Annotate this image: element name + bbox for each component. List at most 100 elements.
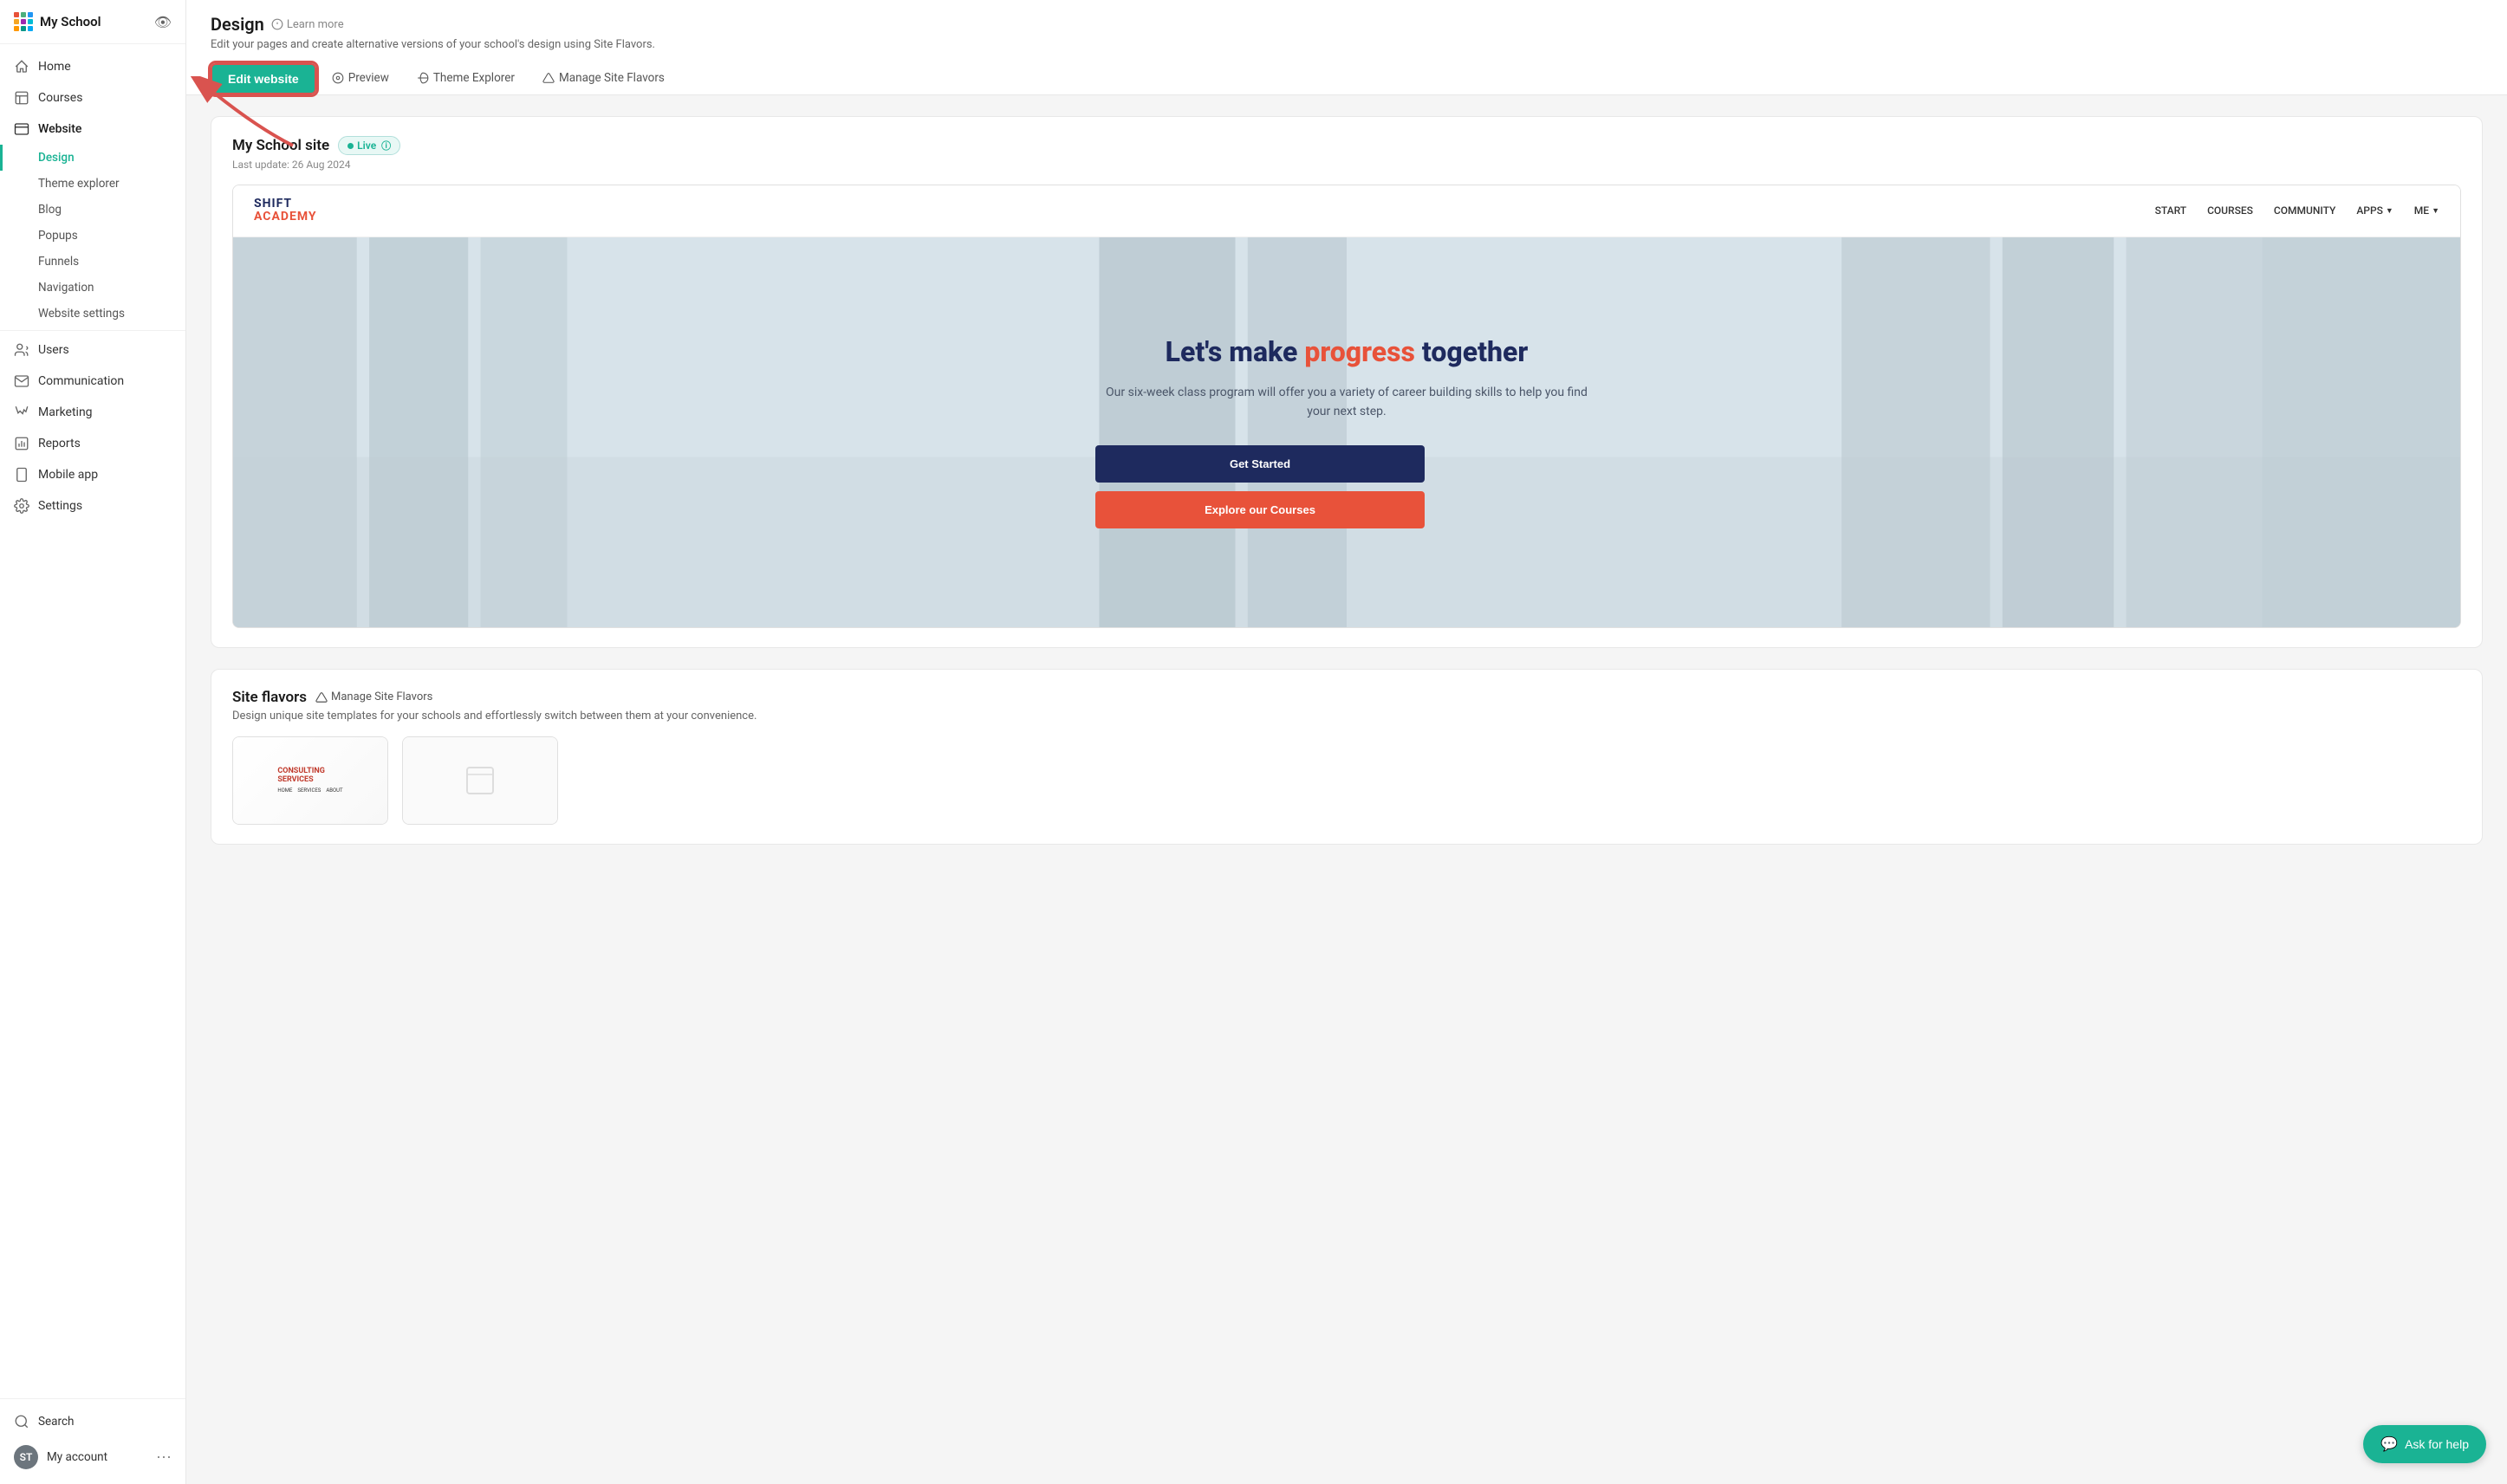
sidebar-header: My School 👁	[0, 0, 185, 44]
learn-more-link[interactable]: Learn more	[271, 18, 344, 31]
search-icon	[14, 1414, 29, 1429]
sidebar-subitem-blog[interactable]: Blog	[0, 197, 185, 223]
preview-icon	[332, 72, 344, 84]
eye-icon[interactable]: 👁	[154, 14, 172, 30]
theme-icon	[417, 72, 429, 84]
sidebar-item-home[interactable]: Home	[0, 51, 185, 82]
page-subtitle: Edit your pages and create alternative v…	[211, 38, 2483, 51]
sidebar-item-reports-label: Reports	[38, 437, 81, 450]
school-name: My School	[40, 14, 101, 29]
sidebar-item-marketing[interactable]: Marketing	[0, 397, 185, 428]
users-icon	[14, 342, 29, 358]
sidebar-item-website[interactable]: Website	[0, 113, 185, 145]
nav-start: START	[2155, 204, 2186, 217]
logo-academy: ACADEMY	[254, 211, 317, 224]
live-info-icon: ⓘ	[381, 139, 391, 152]
main-content: Design Learn more Edit your pages and cr…	[186, 0, 2507, 1484]
home-icon	[14, 59, 29, 75]
sidebar-subitem-popups[interactable]: Popups	[0, 223, 185, 249]
sidebar-divider-1	[0, 330, 185, 331]
website-subnav: Design Theme explorer Blog Popups Funnel…	[0, 145, 185, 327]
apps-chevron: ▼	[2386, 206, 2393, 216]
help-icon: 💬	[2380, 1435, 2398, 1453]
hero-subtext: Our six-week class program will offer yo…	[1095, 383, 1598, 422]
flavor-card-blank[interactable]	[402, 736, 558, 825]
sidebar: My School 👁 Home Courses Website Design …	[0, 0, 186, 1484]
sidebar-item-home-label: Home	[38, 60, 71, 74]
sidebar-subitem-funnels[interactable]: Funnels	[0, 249, 185, 275]
communication-icon	[14, 373, 29, 389]
hero-headline: Let's make progress together	[1095, 335, 1598, 368]
site-flavors-desc: Design unique site templates for your sc…	[232, 710, 2461, 723]
me-chevron: ▼	[2432, 206, 2439, 216]
preview-logo: SHIFT ACADEMY	[254, 198, 317, 224]
manage-flavors-icon	[315, 691, 328, 703]
sidebar-item-settings[interactable]: Settings	[0, 490, 185, 522]
flavor-card-consulting[interactable]: CONSULTINGSERVICES HOME SERVICES ABOUT	[232, 736, 388, 825]
preview-tab[interactable]: Preview	[320, 64, 401, 94]
sidebar-subitem-design[interactable]: Design	[0, 145, 185, 171]
sidebar-item-courses[interactable]: Courses	[0, 82, 185, 113]
sidebar-bottom: Search ST My account ⋯	[0, 1398, 185, 1484]
live-label: Live	[357, 139, 376, 152]
sidebar-item-users-label: Users	[38, 343, 69, 357]
flavor-card-preview-blank	[403, 737, 557, 824]
sidebar-item-users[interactable]: Users	[0, 334, 185, 366]
nav-apps: APPS ▼	[2356, 204, 2393, 217]
manage-site-flavors-link[interactable]: Manage Site Flavors	[315, 690, 432, 703]
last-update: Last update: 26 Aug 2024	[232, 159, 2461, 171]
preview-hero-content: Let's make progress together Our six-wee…	[1095, 335, 1598, 528]
main-nav: Home Courses Website Design Theme explor…	[0, 44, 185, 528]
sidebar-subitem-theme-explorer[interactable]: Theme explorer	[0, 171, 185, 197]
page-title: Design	[211, 14, 264, 35]
consulting-logo: CONSULTINGSERVICES	[277, 767, 342, 784]
edit-website-button[interactable]: Edit website	[211, 63, 316, 94]
site-flavors-title: Site flavors	[232, 689, 307, 706]
preview-navbar: SHIFT ACADEMY START COURSES COMMUNITY AP…	[233, 185, 2460, 237]
page-header: Design Learn more Edit your pages and cr…	[186, 0, 2507, 95]
three-dots-icon[interactable]: ⋯	[156, 1448, 172, 1467]
sidebar-item-communication[interactable]: Communication	[0, 366, 185, 397]
flavor-cards: CONSULTINGSERVICES HOME SERVICES ABOUT	[232, 736, 2461, 825]
avatar: ST	[14, 1445, 38, 1469]
theme-explorer-tab[interactable]: Theme Explorer	[405, 64, 527, 94]
settings-icon	[14, 498, 29, 514]
preview-hero: Let's make progress together Our six-wee…	[233, 237, 2460, 627]
live-dot	[347, 143, 354, 149]
sidebar-item-communication-label: Communication	[38, 374, 124, 388]
site-card: My School site Live ⓘ Last update: 26 Au…	[211, 116, 2483, 648]
manage-icon	[542, 72, 555, 84]
my-account-label: My account	[47, 1450, 107, 1464]
sidebar-item-search[interactable]: Search	[0, 1406, 185, 1437]
sidebar-item-mobile-label: Mobile app	[38, 468, 98, 482]
marketing-icon	[14, 405, 29, 420]
ask-for-help-button[interactable]: 💬 Ask for help	[2363, 1425, 2486, 1463]
sidebar-subitem-website-settings[interactable]: Website settings	[0, 301, 185, 327]
sidebar-item-mobile-app[interactable]: Mobile app	[0, 459, 185, 490]
consulting-nav: HOME SERVICES ABOUT	[277, 787, 342, 794]
sidebar-item-my-account[interactable]: ST My account ⋯	[0, 1437, 185, 1477]
info-icon	[271, 18, 283, 30]
mobile-icon	[14, 467, 29, 483]
sidebar-item-reports[interactable]: Reports	[0, 428, 185, 459]
sidebar-item-website-label: Website	[38, 122, 81, 136]
sidebar-item-courses-label: Courses	[38, 91, 82, 105]
section-title-row: Site flavors Manage Site Flavors	[232, 689, 2461, 706]
get-started-button[interactable]: Get Started	[1095, 445, 1425, 483]
site-flavors-card: Site flavors Manage Site Flavors Design …	[211, 669, 2483, 845]
live-badge: Live ⓘ	[338, 136, 400, 155]
courses-icon	[14, 90, 29, 106]
nav-courses: COURSES	[2207, 204, 2253, 217]
manage-flavors-tab[interactable]: Manage Site Flavors	[530, 64, 677, 94]
search-label: Search	[38, 1415, 74, 1429]
sidebar-item-settings-label: Settings	[38, 499, 82, 513]
preview-box: SHIFT ACADEMY START COURSES COMMUNITY AP…	[232, 185, 2461, 628]
page-title-row: Design Learn more	[211, 14, 2483, 35]
reports-icon	[14, 436, 29, 451]
sidebar-subitem-navigation[interactable]: Navigation	[0, 275, 185, 301]
explore-courses-button[interactable]: Explore our Courses	[1095, 491, 1425, 528]
site-header-row: My School site Live ⓘ	[232, 136, 2461, 155]
logo-shift: SHIFT	[254, 198, 317, 211]
content-area: My School site Live ⓘ Last update: 26 Au…	[186, 95, 2507, 886]
app-grid-icon	[14, 12, 33, 31]
